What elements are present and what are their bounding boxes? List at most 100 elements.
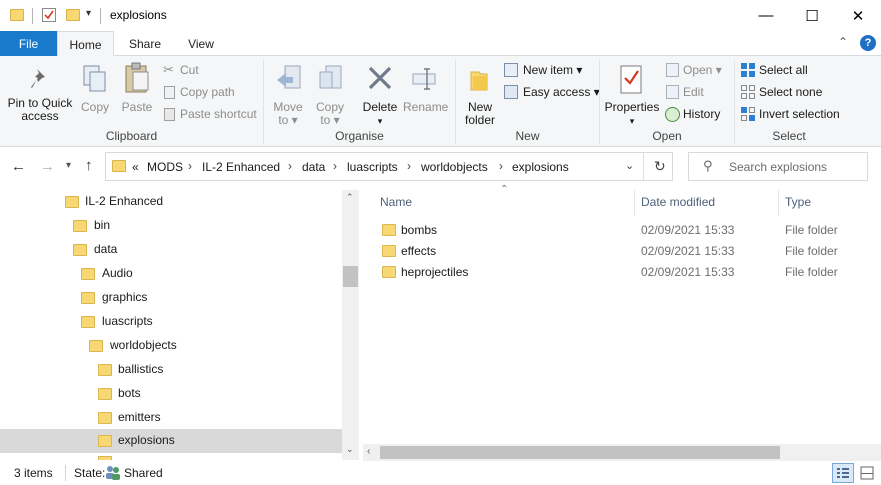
maximize-button[interactable]: ☐ xyxy=(789,0,835,31)
breadcrumb-worldobjects[interactable]: worldobjects xyxy=(421,160,488,174)
paste-shortcut-button[interactable]: Paste shortcut xyxy=(161,106,261,124)
breadcrumb-separator[interactable]: › xyxy=(333,159,337,173)
edit-button[interactable]: Edit xyxy=(665,84,731,102)
nav-item-audio[interactable]: Audio xyxy=(0,262,342,286)
open-button[interactable]: Open ▾ xyxy=(665,62,731,80)
nav-scrollbar[interactable]: ⌃ ⌄ xyxy=(342,190,359,460)
invert-selection-label: Invert selection xyxy=(759,107,840,121)
nav-item-emitters[interactable]: emitters xyxy=(0,406,342,430)
nav-item-data[interactable]: data xyxy=(0,238,342,262)
nav-item-ballistics[interactable]: ballistics xyxy=(0,358,342,382)
title-bar: ▾ explosions — ☐ ✕ xyxy=(0,0,881,31)
breadcrumb-separator[interactable]: › xyxy=(288,159,292,173)
properties-arrow: ▾ xyxy=(629,116,635,126)
folder-icon xyxy=(81,292,95,304)
tab-file[interactable]: File xyxy=(0,31,57,56)
move-to-button[interactable]: Move to ▾ xyxy=(270,60,306,127)
nav-item-luascripts[interactable]: luascripts xyxy=(0,310,342,334)
easy-access-button[interactable]: Easy access ▾ xyxy=(503,84,600,102)
nav-item-worldobjects[interactable]: worldobjects xyxy=(0,334,342,358)
help-icon[interactable]: ? xyxy=(860,35,876,51)
nav-item-label: ballistics xyxy=(118,362,164,376)
close-button[interactable]: ✕ xyxy=(835,0,881,31)
table-row[interactable]: bombs 02/09/2021 15:33 File folder xyxy=(372,220,872,241)
properties-quick-icon[interactable] xyxy=(42,8,56,22)
rename-button[interactable]: Rename xyxy=(403,60,449,126)
copy-button[interactable]: Copy xyxy=(78,60,112,126)
select-all-button[interactable]: Select all xyxy=(739,62,849,80)
search-icon: ⚲ xyxy=(703,158,713,173)
group-label-open: Open xyxy=(652,129,682,143)
nav-item-bin[interactable]: bin xyxy=(0,214,342,238)
divider xyxy=(643,153,644,180)
search-input[interactable]: Search explosions xyxy=(729,160,827,174)
file-name: bombs xyxy=(401,223,438,237)
customize-quick-access-icon[interactable]: ▾ xyxy=(86,8,91,19)
history-button[interactable]: History xyxy=(665,106,731,124)
back-button[interactable]: ← xyxy=(11,158,26,175)
cut-button[interactable]: ✂ Cut xyxy=(161,62,261,80)
column-header-type[interactable]: Type xyxy=(785,195,811,209)
column-divider[interactable] xyxy=(778,190,779,216)
breadcrumb-overflow[interactable]: « xyxy=(132,160,139,174)
nav-item-bots[interactable]: bots xyxy=(0,382,342,406)
breadcrumb-explosions[interactable]: explosions xyxy=(512,160,569,174)
breadcrumb-mods[interactable]: MODS xyxy=(147,160,183,174)
pin-to-quick-access-button[interactable]: Pin to Quick access xyxy=(6,60,74,126)
folder-icon xyxy=(10,9,24,21)
scroll-up-icon[interactable]: ⌃ xyxy=(346,192,354,203)
column-header-name[interactable]: Name xyxy=(380,195,412,209)
rename-label: Rename xyxy=(403,100,449,114)
breadcrumb-separator[interactable]: › xyxy=(499,159,503,173)
breadcrumb-data[interactable]: data xyxy=(302,160,325,174)
breadcrumb-il2-enhanced[interactable]: IL-2 Enhanced xyxy=(202,160,280,174)
new-folder-label-2: folder xyxy=(464,113,496,127)
tab-share[interactable]: Share xyxy=(120,31,170,56)
details-view-button[interactable] xyxy=(832,463,854,483)
tab-view[interactable]: View xyxy=(176,31,226,56)
recent-locations-chevron-icon[interactable]: ▾ xyxy=(66,160,71,171)
forward-button[interactable]: → xyxy=(40,158,55,175)
folder-icon xyxy=(81,316,95,328)
state-label: State: xyxy=(74,466,106,480)
new-folder-button[interactable]: New folder xyxy=(460,60,500,127)
refresh-icon[interactable]: ↻ xyxy=(654,158,666,175)
rename-icon xyxy=(412,68,436,90)
properties-button[interactable]: Properties ▾ xyxy=(603,60,661,126)
copy-to-button[interactable]: Copy to ▾ xyxy=(312,60,348,127)
nav-scrollbar-thumb[interactable] xyxy=(343,266,358,287)
folder-icon xyxy=(382,245,396,257)
address-bar[interactable]: « MODS › IL-2 Enhanced › data › luascrip… xyxy=(105,152,673,181)
copy-path-button[interactable]: Copy path xyxy=(161,84,261,102)
group-label-select: Select xyxy=(772,129,806,143)
file-list-scrollbar[interactable]: ‹ xyxy=(363,444,881,461)
folder-icon xyxy=(65,196,79,208)
delete-button[interactable]: Delete ▾ xyxy=(360,60,400,126)
new-folder-quick-icon[interactable] xyxy=(66,9,80,21)
nav-item-il2-enhanced[interactable]: IL-2 Enhanced xyxy=(0,190,342,214)
breadcrumb-separator[interactable]: › xyxy=(188,159,192,173)
scroll-left-icon[interactable]: ‹ xyxy=(367,446,370,457)
search-box[interactable]: ⚲ Search explosions xyxy=(688,152,868,181)
up-button[interactable]: ↑ xyxy=(85,157,93,174)
shared-users-icon xyxy=(105,465,121,480)
column-divider[interactable] xyxy=(634,190,635,216)
invert-selection-button[interactable]: Invert selection xyxy=(739,106,849,124)
breadcrumb-separator[interactable]: › xyxy=(407,159,411,173)
new-item-button[interactable]: New item ▾ xyxy=(503,62,593,80)
column-header-date-modified[interactable]: Date modified xyxy=(641,195,715,209)
expand-ribbon-icon[interactable]: ⌃ xyxy=(838,35,848,49)
large-icons-view-button[interactable] xyxy=(858,464,878,482)
select-none-button[interactable]: Select none xyxy=(739,84,849,102)
paste-button[interactable]: Paste xyxy=(118,60,156,126)
table-row[interactable]: effects 02/09/2021 15:33 File folder xyxy=(372,241,872,262)
tab-home[interactable]: Home xyxy=(57,31,114,57)
nav-item-explosions[interactable]: explosions xyxy=(0,429,342,453)
scroll-down-icon[interactable]: ⌄ xyxy=(346,444,354,455)
table-row[interactable]: heprojectiles 02/09/2021 15:33 File fold… xyxy=(372,262,872,283)
breadcrumb-luascripts[interactable]: luascripts xyxy=(347,160,398,174)
address-dropdown-chevron-icon[interactable]: ⌄ xyxy=(625,159,634,172)
minimize-button[interactable]: — xyxy=(743,0,789,31)
file-list-scrollbar-thumb[interactable] xyxy=(380,446,780,459)
nav-item-graphics[interactable]: graphics xyxy=(0,286,342,310)
